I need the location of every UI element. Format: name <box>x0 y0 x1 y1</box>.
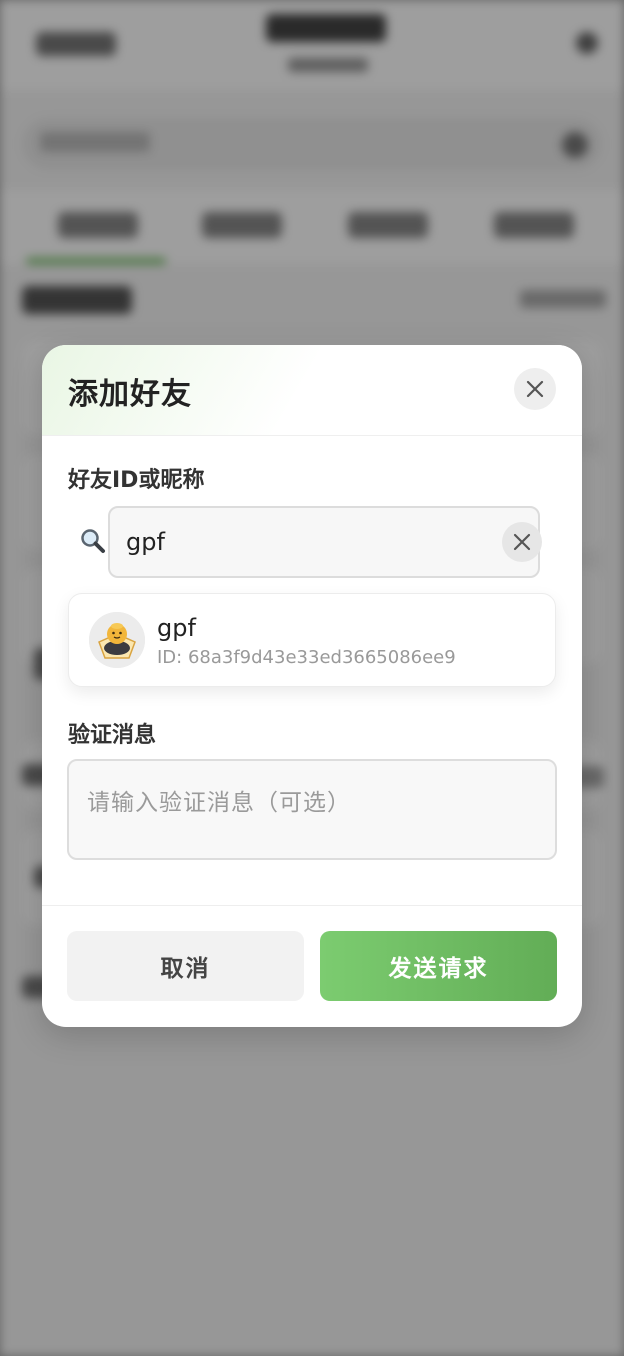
friend-id-label: 好友ID或昵称 <box>68 468 205 493</box>
close-icon <box>526 380 544 398</box>
avatar-icon <box>89 612 145 668</box>
avatar <box>89 612 145 668</box>
dialog-header: 添加好友 <box>42 345 582 436</box>
close-button[interactable] <box>514 368 556 410</box>
friend-search-input[interactable]: gpf <box>108 506 542 578</box>
search-result-item[interactable]: gpf ID: 68a3f9d43e33ed3665086ee9 <box>68 593 556 687</box>
result-name: gpf <box>157 614 196 642</box>
clear-icon <box>513 533 531 551</box>
verify-message-input[interactable]: 请输入验证消息（可选） <box>67 759 557 860</box>
magnifier-icon <box>81 529 105 553</box>
clear-search-button[interactable] <box>502 522 542 562</box>
footer-divider <box>42 905 582 906</box>
send-request-button[interactable]: 发送请求 <box>320 931 557 1001</box>
dialog-title: 添加好友 <box>68 377 192 412</box>
add-friend-dialog: 添加好友 好友ID或昵称 gpf gpf ID: 68a3f9d43e33ed3… <box>42 345 582 1027</box>
friend-search-value[interactable]: gpf <box>126 528 165 556</box>
cancel-button[interactable]: 取消 <box>67 931 304 1001</box>
result-id: ID: 68a3f9d43e33ed3665086ee9 <box>157 647 456 668</box>
verify-message-placeholder: 请输入验证消息（可选） <box>87 790 351 816</box>
verify-message-label: 验证消息 <box>68 723 157 748</box>
